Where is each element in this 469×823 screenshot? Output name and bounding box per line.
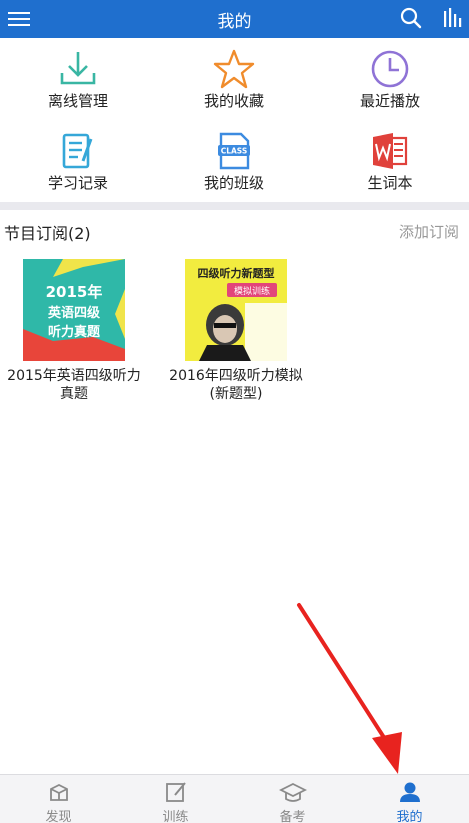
- tab-training[interactable]: 训练: [117, 775, 234, 823]
- top-app-bar: 我的: [0, 0, 469, 38]
- word-document-icon: [373, 133, 408, 169]
- vocabulary-book-button[interactable]: 生词本: [312, 120, 468, 202]
- bottom-tab-bar: 发现 训练 备考 我的: [0, 774, 469, 823]
- shortcut-label: 我的收藏: [203, 92, 264, 110]
- tab-mine[interactable]: 我的: [351, 775, 468, 823]
- shortcut-grid: 离线管理 我的收藏 最近播放 学习记录 CLASS 我的班级 生词本: [0, 38, 469, 202]
- svg-text:CLASS: CLASS: [221, 147, 248, 156]
- svg-text:2015年: 2015年: [46, 283, 103, 301]
- notebook-icon: [62, 133, 93, 169]
- star-icon: [213, 49, 255, 89]
- svg-text:英语四级: 英语四级: [47, 305, 101, 321]
- tab-label: 发现: [45, 810, 72, 823]
- program-title: 2015年英语四级听力真题: [7, 368, 141, 402]
- tab-label: 备考: [279, 810, 306, 823]
- graduation-cap-icon: [278, 782, 307, 802]
- program-cover: 2015年 英语四级 听力真题: [23, 259, 125, 361]
- study-record-button[interactable]: 学习记录: [0, 120, 156, 202]
- program-title: 2016年四级听力模拟(新题型): [169, 368, 303, 402]
- discover-box-icon: [49, 783, 68, 801]
- subscriptions-section: 节目订阅(2) 添加订阅 2015年 英语四级 听力真题 2015年英语四级听力…: [0, 210, 469, 774]
- program-cover: 四级听力新题型 模拟训练: [185, 259, 287, 361]
- shortcut-label: 我的班级: [203, 174, 264, 192]
- svg-text:模拟训练: 模拟训练: [234, 285, 270, 297]
- search-icon[interactable]: [399, 6, 423, 30]
- tab-discover[interactable]: 发现: [0, 775, 117, 823]
- clock-icon: [371, 50, 409, 88]
- red-arrow-annotation: [297, 603, 402, 774]
- subscriptions-header: 节目订阅(2): [4, 224, 91, 243]
- download-icon: [60, 52, 96, 85]
- svg-text:听力真题: 听力真题: [48, 324, 101, 340]
- tab-label: 训练: [162, 810, 189, 823]
- tab-exam-prep[interactable]: 备考: [234, 775, 351, 823]
- my-class-button[interactable]: CLASS 我的班级: [156, 120, 312, 202]
- shortcut-label: 最近播放: [359, 92, 420, 110]
- bar-chart-icon[interactable]: [443, 7, 463, 29]
- offline-management-button[interactable]: 离线管理: [0, 38, 156, 120]
- shortcut-label: 学习记录: [47, 174, 108, 192]
- class-icon: CLASS: [218, 132, 250, 170]
- section-divider: [0, 202, 469, 210]
- svg-text:四级听力新题型: 四级听力新题型: [198, 266, 275, 280]
- shortcut-label: 离线管理: [47, 92, 108, 110]
- add-subscription-link[interactable]: 添加订阅: [399, 221, 459, 242]
- tab-label: 我的: [396, 810, 423, 823]
- recent-play-button[interactable]: 最近播放: [312, 38, 468, 120]
- shortcut-label: 生词本: [367, 174, 413, 192]
- my-favorites-button[interactable]: 我的收藏: [156, 38, 312, 120]
- edit-icon: [165, 782, 186, 802]
- user-icon: [399, 782, 420, 802]
